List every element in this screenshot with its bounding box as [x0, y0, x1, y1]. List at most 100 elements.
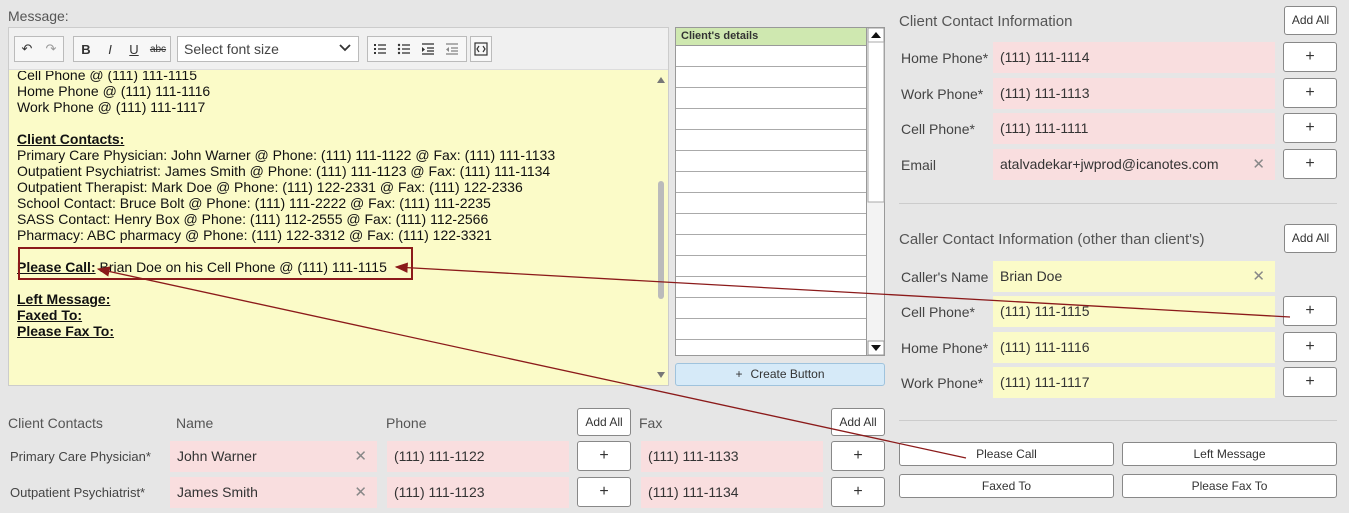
bullet-list-icon[interactable] [392, 37, 416, 61]
grid-row[interactable] [676, 319, 867, 340]
undo-icon[interactable]: ↶ [15, 37, 39, 61]
grid-row[interactable] [676, 88, 867, 109]
left-message-button[interactable]: Left Message [1122, 442, 1337, 466]
clear-icon[interactable]: ✕ [354, 483, 367, 501]
contact-phone-field[interactable]: (111) 111-1123 [387, 477, 569, 508]
add-phone-button[interactable]: + [577, 441, 631, 471]
contact-name-value: James Smith [177, 484, 258, 500]
client-contact-field[interactable]: (111) 111-1114 [993, 42, 1275, 73]
editor-line: Left Message: [17, 291, 647, 307]
please-fax-to-button[interactable]: Please Fax To [1122, 474, 1337, 498]
contact-phone-value: (111) 111-1122 [394, 448, 485, 464]
callers-name-label: Caller's Name [901, 269, 989, 285]
grid-row[interactable] [676, 130, 867, 151]
editor-line: Outpatient Psychiatrist: James Smith @ P… [17, 163, 647, 179]
caller-contact-field[interactable]: (111) 111-1115 [993, 296, 1275, 327]
caller-contact-value: (111) 111-1116 [1000, 339, 1090, 355]
caller-add-all-button[interactable]: Add All [1284, 224, 1337, 253]
grid-row[interactable] [676, 67, 867, 88]
client-contact-field[interactable]: atalvadekar+jwprod@icanotes.com ✕ [993, 149, 1275, 180]
grid-row[interactable] [676, 277, 867, 298]
grid-scrollbar[interactable] [866, 27, 885, 356]
create-button[interactable]: + Create Button [675, 363, 885, 386]
message-editor[interactable]: ↶ ↷ B I U abc Select font size Cell Phon… [8, 27, 669, 386]
add-caller-contact-button[interactable]: + [1283, 296, 1337, 326]
strikethrough-button[interactable]: abc [146, 37, 170, 61]
add-fax-button[interactable]: + [831, 477, 885, 507]
editor-content[interactable]: Cell Phone @ (111) 111-1115 Home Phone @ … [17, 71, 647, 385]
contact-name-field[interactable]: James Smith ✕ [170, 477, 377, 508]
add-contact-button[interactable]: + [1283, 42, 1337, 72]
underline-button[interactable]: U [122, 37, 146, 61]
faxed-to-button[interactable]: Faxed To [899, 474, 1114, 498]
editor-text: Cell Phone @ (111) 111-1115 [17, 71, 197, 83]
editor-heading: Left Message: [17, 291, 111, 307]
please-call-highlight [18, 247, 413, 280]
fax-add-all-button[interactable]: Add All [831, 408, 885, 436]
contact-fax-value: (111) 111-1133 [648, 448, 739, 464]
add-caller-contact-button[interactable]: + [1283, 332, 1337, 362]
fax-column-header: Fax [639, 415, 663, 431]
caller-contact-value: (111) 111-1115 [1000, 303, 1090, 319]
caller-contact-field[interactable]: (111) 111-1116 [993, 332, 1275, 363]
client-contact-label: Email [901, 157, 937, 173]
grid-row[interactable] [676, 235, 867, 256]
grid-row[interactable] [676, 172, 867, 193]
contact-name-field[interactable]: John Warner ✕ [170, 441, 377, 472]
add-contact-button[interactable]: + [1283, 113, 1337, 143]
phone-add-all-button[interactable]: Add All [577, 408, 631, 436]
editor-scrollbar[interactable] [656, 74, 666, 382]
grid-row[interactable] [676, 151, 867, 172]
bold-button[interactable]: B [74, 37, 98, 61]
add-contact-button[interactable]: + [1283, 149, 1337, 179]
ordered-list-icon[interactable] [368, 37, 392, 61]
add-caller-contact-button[interactable]: + [1283, 367, 1337, 397]
add-fax-button[interactable]: + [831, 441, 885, 471]
client-contact-label: Home Phone* [901, 50, 989, 66]
caller-contact-label: Work Phone* [901, 375, 984, 391]
please-call-button[interactable]: Please Call [899, 442, 1114, 466]
contact-phone-field[interactable]: (111) 111-1122 [387, 441, 569, 472]
outdent-icon[interactable] [440, 37, 464, 61]
font-size-select[interactable]: Select font size [177, 36, 359, 62]
source-code-icon[interactable] [471, 37, 491, 61]
client-add-all-button[interactable]: Add All [1284, 6, 1337, 35]
grid-row[interactable] [676, 256, 867, 277]
client-contacts-header: Client Contacts [8, 415, 103, 431]
redo-icon[interactable]: ↷ [39, 37, 63, 61]
italic-button[interactable]: I [98, 37, 122, 61]
client-contact-field[interactable]: (111) 111-1113 [993, 78, 1275, 109]
callers-name-field[interactable]: Brian Doe ✕ [993, 261, 1275, 292]
grid-row[interactable] [676, 298, 867, 319]
grid-row[interactable] [676, 46, 867, 67]
grid-row[interactable] [676, 193, 867, 214]
add-contact-button[interactable]: + [1283, 78, 1337, 108]
editor-toolbar: ↶ ↷ B I U abc Select font size [9, 28, 668, 70]
caller-contact-field[interactable]: (111) 111-1117 [993, 367, 1275, 398]
client-contact-value: (111) 111-1114 [1000, 49, 1090, 65]
list-group [367, 36, 467, 62]
editor-text: Primary Care Physician: John Warner @ Ph… [17, 147, 556, 163]
client-contact-value: (111) 111-1111 [1000, 120, 1089, 136]
editor-text: Home Phone @ (111) 111-1116 [17, 83, 211, 99]
contact-fax-field[interactable]: (111) 111-1134 [641, 477, 823, 508]
editor-line: Home Phone @ (111) 111-1116 [17, 83, 647, 99]
editor-line: Client Contacts: [17, 131, 647, 147]
clear-icon[interactable]: ✕ [1252, 155, 1265, 173]
clear-icon[interactable]: ✕ [354, 447, 367, 465]
callers-name-value: Brian Doe [1000, 268, 1063, 284]
editor-text: Pharmacy: ABC pharmacy @ Phone: (111) 12… [17, 227, 492, 243]
contact-fax-field[interactable]: (111) 111-1133 [641, 441, 823, 472]
grid-row[interactable] [676, 214, 867, 235]
client-contact-field[interactable]: (111) 111-1111 [993, 113, 1275, 144]
grid-row[interactable] [676, 109, 867, 130]
clear-icon[interactable]: ✕ [1252, 267, 1265, 285]
section-divider [899, 203, 1337, 204]
font-size-placeholder: Select font size [184, 41, 279, 57]
add-phone-button[interactable]: + [577, 477, 631, 507]
source-group [470, 36, 492, 62]
indent-icon[interactable] [416, 37, 440, 61]
chevron-down-icon [338, 40, 352, 57]
